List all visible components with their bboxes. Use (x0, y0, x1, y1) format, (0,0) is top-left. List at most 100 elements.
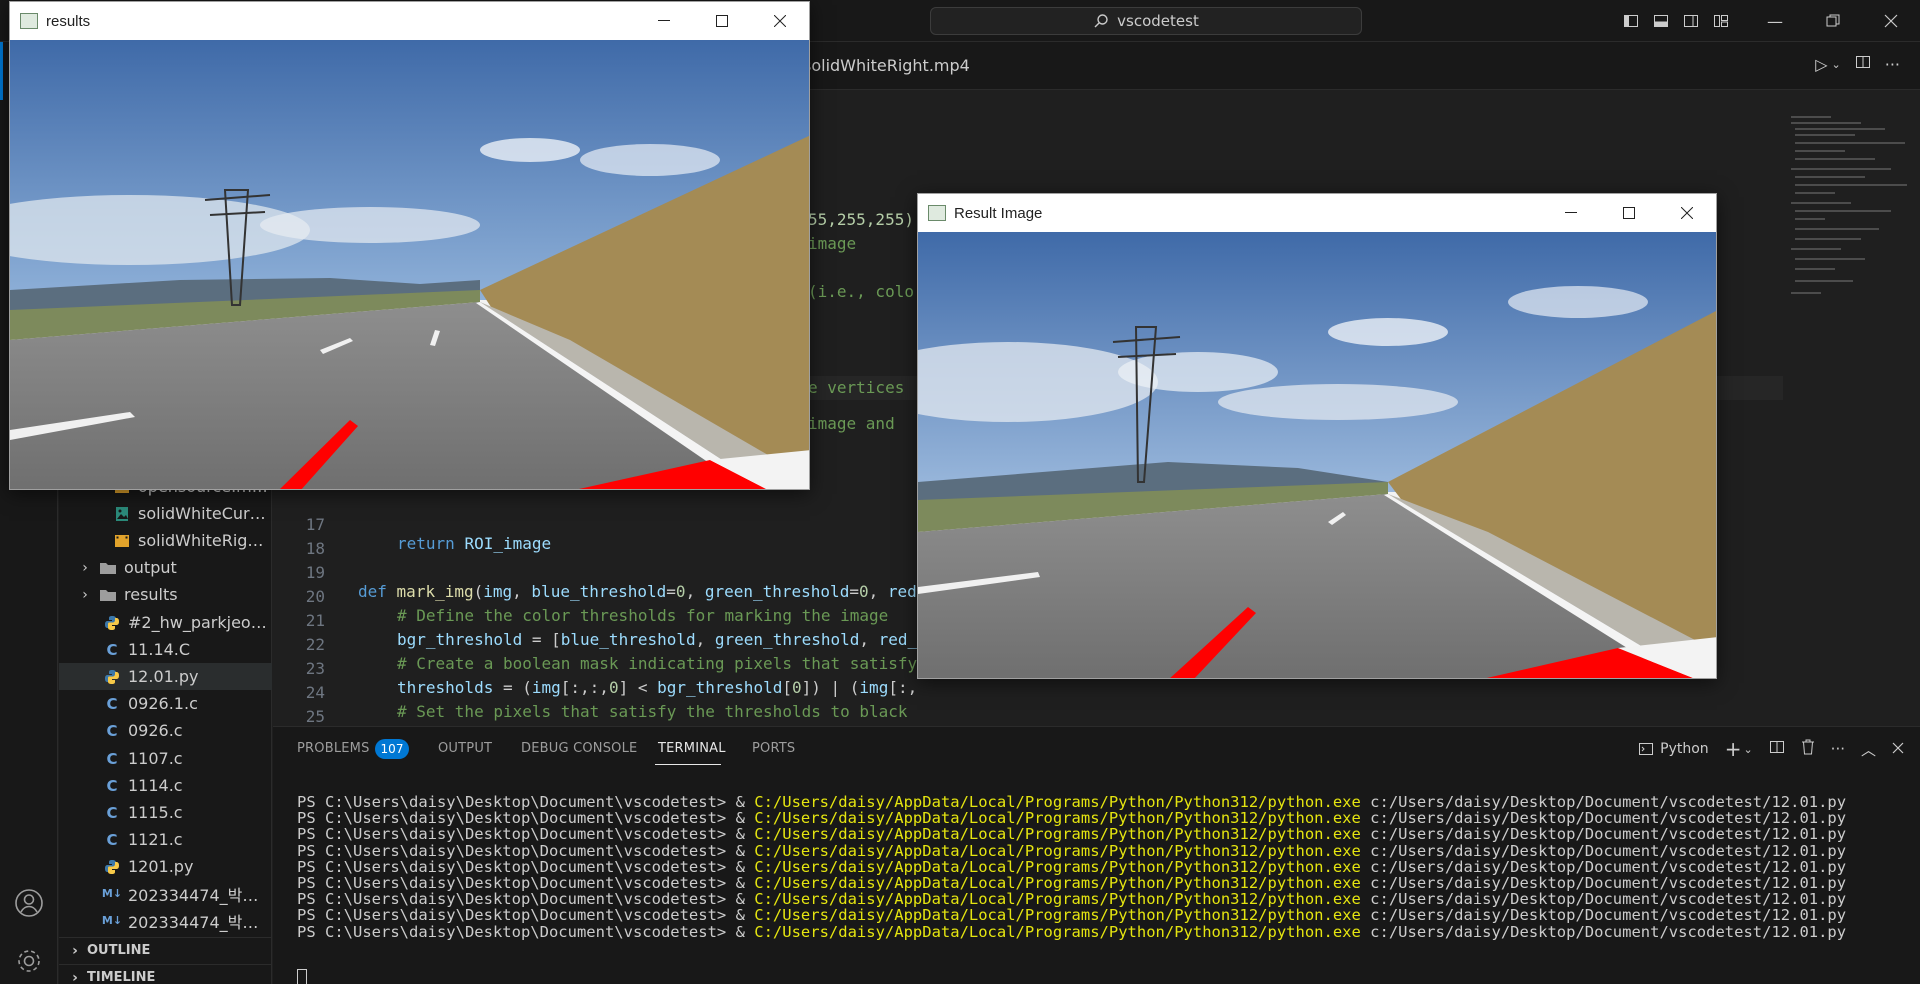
tree-item-0926-1-c[interactable]: C 0926.1.c (59, 690, 272, 717)
terminal-script-path[interactable]: c:/Users/daisy/Desktop/Document/vscodete… (1361, 923, 1846, 941)
result-image-window-title-bar[interactable]: Result Image (918, 194, 1716, 232)
tree-item-1115-c[interactable]: C 1115.c (59, 799, 272, 826)
tree-item-markdown-1[interactable]: M↓ 202334474_박정... (59, 880, 272, 907)
video-icon (113, 532, 131, 550)
code-fragment-10: image (808, 234, 857, 253)
code-line-25: 25 img[thresholds] = [0,0,0] (305, 707, 638, 745)
c-icon: C (106, 776, 118, 795)
results-window-controls (635, 2, 809, 40)
tree-item-solidwhiteright[interactable]: solidWhiteRight.... (59, 527, 272, 554)
markdown-icon: M↓ (101, 914, 123, 927)
window-restore-button[interactable] (1804, 0, 1862, 42)
trash-icon[interactable] (1801, 739, 1815, 759)
code-line-17: 17 return ROI_image (305, 515, 552, 553)
timeline-section-header[interactable]: › TIMELINE (59, 964, 272, 984)
tree-item-hw-python[interactable]: #2_hw_parkjeong... (59, 609, 272, 636)
code-line-18: 18 (305, 539, 325, 558)
terminal-icon (1639, 743, 1654, 755)
chevron-right-icon: › (82, 559, 88, 576)
tree-item-solidwhitecurve[interactable]: solidWhiteCurve... (59, 500, 272, 527)
code-fragment-12: (i.e., colo (808, 282, 914, 301)
account-icon[interactable] (14, 888, 44, 918)
chevron-right-icon: › (72, 969, 78, 984)
tree-item-0926-c[interactable]: C 0926.c (59, 717, 272, 744)
results-video-frame (10, 40, 809, 489)
run-icon[interactable]: ▷ (1815, 55, 1827, 74)
minimize-icon[interactable] (635, 2, 693, 40)
c-icon: C (106, 640, 118, 659)
code-line-22: 22 # Create a boolean mask indicating pi… (305, 635, 918, 673)
terminal-toolbar: Python + ⌄ ··· ︿ (1638, 737, 1904, 761)
result-image-window[interactable]: Result Image (917, 193, 1717, 679)
road-scene-image (918, 232, 1716, 678)
maximize-panel-icon[interactable]: ︿ (1861, 739, 1876, 760)
toggle-primary-sidebar-icon[interactable] (1616, 0, 1646, 42)
split-terminal-icon[interactable] (1769, 739, 1785, 759)
window-close-button[interactable] (1862, 0, 1920, 42)
new-terminal-icon[interactable]: + (1725, 737, 1742, 761)
chevron-down-icon[interactable]: ⌄ (1832, 58, 1841, 71)
settings-gear-icon[interactable] (14, 946, 44, 976)
active-tab-underline (655, 764, 721, 765)
tree-item-markdown-2[interactable]: M↓ 202334474_박정... (59, 907, 272, 934)
c-icon: C (106, 749, 118, 768)
more-actions-icon[interactable]: ··· (1831, 740, 1845, 758)
minimize-icon[interactable] (1542, 194, 1600, 232)
outline-section-header[interactable]: › OUTLINE (59, 937, 272, 963)
tree-item-output-folder[interactable]: › output (59, 554, 272, 581)
tab-output[interactable]: OUTPUT (438, 741, 492, 756)
tab-ports[interactable]: PORTS (752, 741, 795, 756)
terminal-exe-path[interactable]: C:/Users/daisy/AppData/Local/Programs/Py… (754, 923, 1361, 941)
road-scene-image (10, 40, 809, 489)
tree-item-1114-c[interactable]: C 1114.c (59, 772, 272, 799)
tab-terminal[interactable]: TERMINAL (658, 741, 726, 756)
editor-tab-solidwhiteright[interactable]: solidWhiteRight.mp4 (803, 56, 970, 75)
split-editor-icon[interactable] (1855, 54, 1871, 74)
tab-problems[interactable]: PROBLEMS (297, 741, 370, 756)
tree-item-results-folder[interactable]: › results (59, 581, 272, 608)
app-icon (928, 205, 946, 221)
results-window-title: results (46, 12, 91, 30)
maximize-icon[interactable] (1600, 194, 1658, 232)
tab-debug-console[interactable]: DEBUG CONSOLE (521, 741, 637, 756)
results-window[interactable]: results (9, 1, 810, 490)
more-actions-icon[interactable]: ··· (1885, 55, 1900, 74)
python-icon (103, 668, 121, 686)
c-icon: C (106, 694, 118, 713)
terminal-shell-selector[interactable]: Python (1638, 741, 1709, 757)
editor-actions: ▷ ⌄ ··· (1815, 54, 1900, 74)
c-icon: C (106, 803, 118, 822)
folder-icon (99, 586, 117, 604)
folder-icon (99, 559, 117, 577)
window-minimize-button[interactable]: — (1746, 0, 1804, 42)
search-icon (1094, 14, 1108, 28)
code-fragment-9: 55,255,255) (808, 210, 914, 229)
code-fragment-16: e vertices (808, 378, 905, 397)
customize-layout-icon[interactable] (1706, 0, 1736, 42)
result-image-window-controls (1542, 194, 1716, 232)
tree-item-1121-c[interactable]: C 1121.c (59, 826, 272, 853)
tree-item-1201-py[interactable]: 1201.py (59, 853, 272, 880)
code-line-23: 23 thresholds = (img[:,:,0] < bgr_thresh… (305, 659, 918, 697)
maximize-icon[interactable] (693, 2, 751, 40)
tree-item-11-14-c[interactable]: C 11.14.C (59, 636, 272, 663)
code-line-21: 21 bgr_threshold = [blue_threshold, gree… (305, 611, 918, 649)
terminal-cursor (297, 969, 307, 984)
minimap[interactable] (1785, 112, 1907, 332)
terminal-line: PS C:\Users\daisy\Desktop\Document\vscod… (297, 923, 1846, 943)
command-center-search[interactable]: vscodetest (930, 7, 1362, 35)
image-icon (113, 505, 131, 523)
tree-item-1107-c[interactable]: C 1107.c (59, 745, 272, 772)
results-window-title-bar[interactable]: results (10, 2, 809, 40)
tree-item-12-01-py[interactable]: 12.01.py (59, 663, 272, 690)
chevron-down-icon[interactable]: ⌄ (1743, 743, 1752, 756)
toggle-secondary-sidebar-icon[interactable] (1676, 0, 1706, 42)
toggle-panel-icon[interactable] (1646, 0, 1676, 42)
code-line-19: 19 def mark_img(img, blue_threshold=0, g… (305, 563, 917, 601)
close-icon[interactable] (1658, 194, 1716, 232)
close-panel-icon[interactable] (1892, 740, 1904, 758)
chevron-right-icon: › (82, 586, 88, 603)
close-icon[interactable] (751, 2, 809, 40)
python-icon (103, 858, 121, 876)
activity-active-indicator (0, 42, 3, 100)
